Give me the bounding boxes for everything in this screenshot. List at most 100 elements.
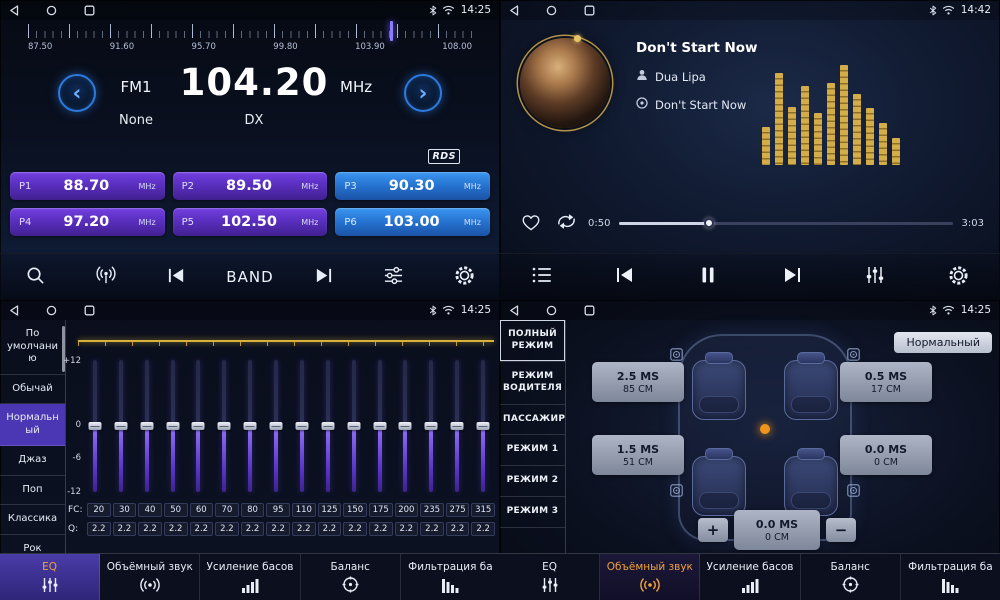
preset-button-2[interactable]: P289.50MHz <box>173 172 328 200</box>
home-button[interactable] <box>46 305 57 316</box>
band-q-value[interactable]: 2.2 <box>138 522 162 536</box>
mode-item-1[interactable]: ПОЛНЫЙ РЕЖИМ <box>500 320 565 362</box>
tab-bass-boost[interactable]: Усиление басов <box>200 554 300 600</box>
eq-preset-item[interactable]: Джаз <box>0 446 65 476</box>
eq-band-slider[interactable] <box>341 360 367 492</box>
pause-button[interactable] <box>687 258 729 296</box>
eq-slider-knob[interactable] <box>425 422 438 430</box>
playlist-button[interactable] <box>521 258 563 296</box>
mode-item-6[interactable]: РЕЖИМ 3 <box>500 497 565 528</box>
eq-band-slider[interactable] <box>160 360 186 492</box>
home-button[interactable] <box>46 5 57 16</box>
band-fc-value[interactable]: 30 <box>113 503 137 517</box>
band-fc-value[interactable]: 150 <box>343 503 367 517</box>
band-fc-value[interactable]: 125 <box>318 503 342 517</box>
equalizer-shortcut-button[interactable] <box>854 258 896 296</box>
profile-button[interactable]: Нормальный <box>894 332 992 353</box>
eq-slider-knob[interactable] <box>114 422 127 430</box>
next-track-button[interactable] <box>771 258 813 296</box>
mode-item-2[interactable]: РЕЖИМ ВОДИТЕЛЯ <box>500 362 565 404</box>
eq-band-slider[interactable] <box>108 360 134 492</box>
band-fc-value[interactable]: 40 <box>138 503 162 517</box>
increase-delay-button[interactable]: + <box>698 518 728 542</box>
speaker-icon[interactable] <box>847 482 860 501</box>
band-fc-value[interactable]: 110 <box>292 503 316 517</box>
band-q-value[interactable]: 2.2 <box>446 522 470 536</box>
eq-slider-knob[interactable] <box>192 422 205 430</box>
mode-item-5[interactable]: РЕЖИМ 2 <box>500 466 565 497</box>
eq-slider-knob[interactable] <box>321 422 334 430</box>
eq-preset-item[interactable]: Рок <box>0 535 65 554</box>
home-button[interactable] <box>546 5 557 16</box>
band-fc-value[interactable]: 20 <box>87 503 111 517</box>
eq-slider-knob[interactable] <box>347 422 360 430</box>
eq-band-slider[interactable] <box>289 360 315 492</box>
eq-slider-knob[interactable] <box>270 422 283 430</box>
band-q-value[interactable]: 2.2 <box>471 522 495 536</box>
delay-front-right[interactable]: 0.5 MS 17 CM <box>840 362 932 402</box>
preset-button-4[interactable]: P497.20MHz <box>10 208 165 236</box>
listening-position-dot[interactable] <box>760 424 770 434</box>
seek-bar[interactable] <box>619 222 952 225</box>
back-button[interactable] <box>509 5 519 16</box>
mode-item-3[interactable]: ПАССАЖИР <box>500 405 565 436</box>
eq-preset-item[interactable]: Обычай <box>0 375 65 405</box>
frequency-scale[interactable]: 87.5091.6095.7099.80103.90108.00 <box>28 24 472 62</box>
band-q-value[interactable]: 2.2 <box>318 522 342 536</box>
band-q-value[interactable]: 2.2 <box>87 522 111 536</box>
scan-stations-button[interactable] <box>85 258 127 296</box>
band-q-value[interactable]: 2.2 <box>241 522 265 536</box>
eq-preset-item[interactable]: Поп <box>0 476 65 506</box>
band-fc-value[interactable]: 275 <box>446 503 470 517</box>
band-fc-value[interactable]: 200 <box>395 503 419 517</box>
eq-band-slider[interactable] <box>82 360 108 492</box>
eq-band-slider[interactable] <box>237 360 263 492</box>
tab-filter[interactable]: Фильтрация ба <box>901 554 1000 600</box>
band-fc-value[interactable]: 95 <box>266 503 290 517</box>
delay-front-left[interactable]: 2.5 MS 85 CM <box>592 362 684 402</box>
band-fc-value[interactable]: 70 <box>215 503 239 517</box>
band-fc-value[interactable]: 235 <box>420 503 444 517</box>
tab-bass-boost[interactable]: Усиление басов <box>700 554 800 600</box>
eq-band-slider[interactable] <box>470 360 496 492</box>
seek-up-button[interactable]: › <box>404 74 442 112</box>
eq-band-slider[interactable] <box>134 360 160 492</box>
band-q-value[interactable]: 2.2 <box>190 522 214 536</box>
delay-rear-left[interactable]: 1.5 MS 51 CM <box>592 435 684 475</box>
band-fc-value[interactable]: 175 <box>369 503 393 517</box>
band-q-value[interactable]: 2.2 <box>292 522 316 536</box>
band-fc-value[interactable]: 80 <box>241 503 265 517</box>
preset-button-5[interactable]: P5102.50MHz <box>173 208 328 236</box>
decrease-delay-button[interactable]: − <box>826 518 856 542</box>
band-q-value[interactable]: 2.2 <box>164 522 188 536</box>
back-button[interactable] <box>509 305 519 316</box>
eq-band-slider[interactable] <box>186 360 212 492</box>
preset-button-3[interactable]: P390.30MHz <box>335 172 490 200</box>
back-button[interactable] <box>9 305 19 316</box>
eq-band-slider[interactable] <box>367 360 393 492</box>
recents-button[interactable] <box>84 305 95 316</box>
eq-band-slider[interactable] <box>263 360 289 492</box>
mode-item-4[interactable]: РЕЖИМ 1 <box>500 435 565 466</box>
tab-eq[interactable]: EQ <box>500 554 600 600</box>
speaker-icon[interactable] <box>670 482 683 501</box>
favorite-button[interactable] <box>518 210 544 236</box>
seek-down-button[interactable]: ‹ <box>58 74 96 112</box>
eq-band-slider[interactable] <box>444 360 470 492</box>
eq-slider-knob[interactable] <box>244 422 257 430</box>
band-q-value[interactable]: 2.2 <box>343 522 367 536</box>
band-fc-value[interactable]: 60 <box>190 503 214 517</box>
recents-button[interactable] <box>84 5 95 16</box>
eq-preset-item[interactable]: Классика <box>0 505 65 535</box>
tab-balance[interactable]: Баланс <box>801 554 901 600</box>
eq-band-slider[interactable] <box>418 360 444 492</box>
delay-rear-right[interactable]: 0.0 MS 0 CM <box>840 435 932 475</box>
band-q-value[interactable]: 2.2 <box>266 522 290 536</box>
eq-slider-knob[interactable] <box>166 422 179 430</box>
eq-slider-knob[interactable] <box>140 422 153 430</box>
recents-button[interactable] <box>584 305 595 316</box>
preset-button-6[interactable]: P6103.00MHz <box>335 208 490 236</box>
eq-slider-knob[interactable] <box>373 422 386 430</box>
settings-button[interactable] <box>444 258 486 296</box>
band-fc-value[interactable]: 50 <box>164 503 188 517</box>
